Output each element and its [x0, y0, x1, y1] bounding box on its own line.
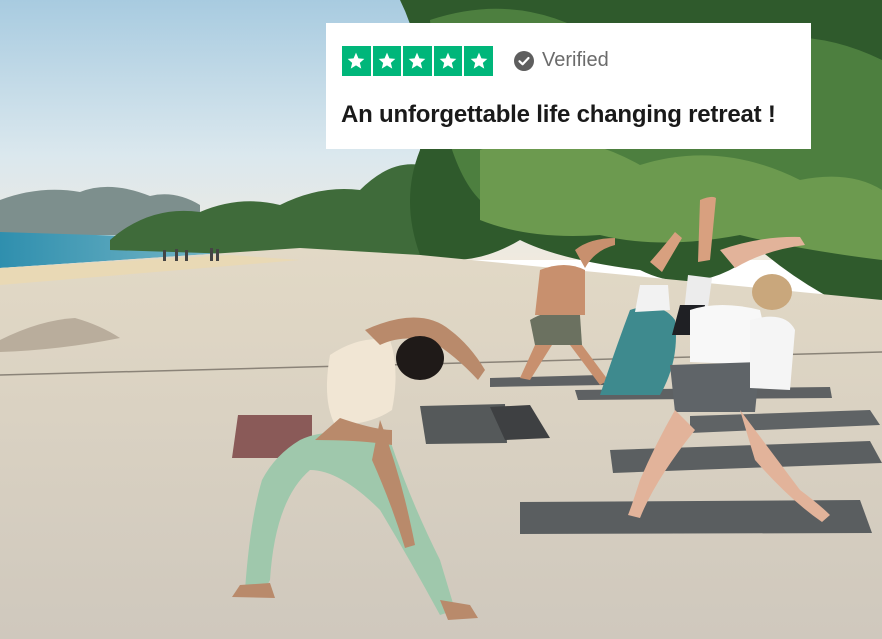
review-title: An unforgettable life changing retreat ! [341, 101, 776, 128]
review-card: Verified An unforgettable life changing … [326, 23, 811, 149]
star-icon [403, 46, 432, 76]
check-circle-icon [514, 50, 534, 71]
verified-label: Verified [542, 49, 609, 71]
verified-badge: Verified [514, 49, 609, 72]
star-icon [342, 46, 371, 76]
rating-stars [342, 46, 493, 76]
star-icon [464, 46, 493, 76]
star-icon [372, 46, 402, 76]
star-icon [433, 46, 463, 76]
